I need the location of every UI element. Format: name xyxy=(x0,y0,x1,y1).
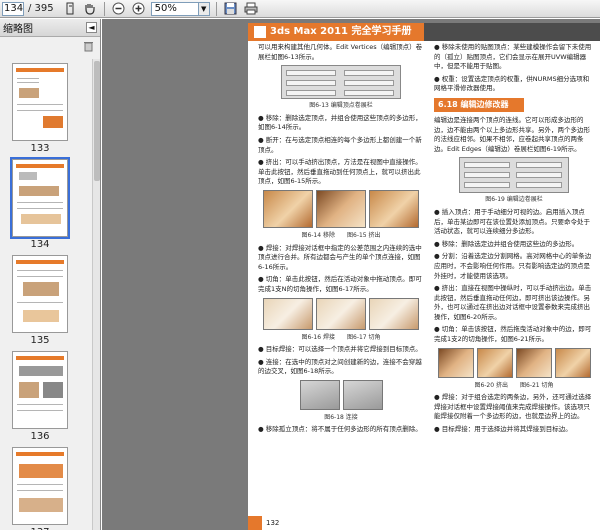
figure-row xyxy=(258,189,424,228)
thumbnail-page[interactable] xyxy=(12,255,68,333)
paragraph: ● 分割：沿着选定边分割网格。高对网格中心的单条边应用时，不会影响任何作用。只有… xyxy=(434,252,592,280)
thumbnail-label: 136 xyxy=(30,431,50,442)
zoom-out-icon[interactable] xyxy=(111,1,127,16)
print-icon[interactable] xyxy=(243,1,259,16)
figure-image xyxy=(437,347,474,378)
paragraph: ● 挤出：直接在视图中操纵时，可以手动挤出边。单击此按钮，然后垂直拖动任何边，即… xyxy=(434,284,592,321)
hand-tool-icon[interactable] xyxy=(82,1,98,16)
figure-row xyxy=(434,347,594,378)
paragraph: ● 焊接：对焊接对话框中指定的公差范围之内连续的选中顶点进行合并。所有边都会与产… xyxy=(258,243,422,271)
paragraph: ● 焊接：对于组合选定的两条边，另外，还可通过选择焊接对话框中设置焊接阈值来完成… xyxy=(434,393,592,421)
paragraph: 可以用来构建其他几何体。Edit Vertices（编辑顶点）卷展栏如图6-13… xyxy=(258,43,423,61)
figure-image xyxy=(299,379,340,410)
trash-icon[interactable] xyxy=(83,40,94,52)
section-heading: 6.18 编辑边修改器 xyxy=(434,97,524,112)
toolbar-separator xyxy=(103,1,105,16)
paragraph: ● 插入顶点：用于手动细分可视的边。启用插入顶点后，单击某边即可在该位置处添加顶… xyxy=(434,207,590,236)
page-number: 132 xyxy=(266,519,280,527)
figure-image xyxy=(515,347,552,378)
paragraph: ● 权重：设置选定顶点的权重，供NURMS细分选项和网格平滑修改器使用。 xyxy=(434,74,590,93)
figure-edit-edges-panel xyxy=(459,157,569,194)
thumbnail-page[interactable] xyxy=(12,63,68,141)
figure-image xyxy=(263,297,313,330)
figure-image xyxy=(263,189,313,228)
paragraph: ● 断开：在与选定顶点相连的每个多边形上都创建一个新顶点。 xyxy=(258,135,422,154)
thumbnail-label: 134 xyxy=(30,239,50,250)
thumbnail-sidebar: 缩略图 ◄ 133 134 135 136 xyxy=(0,19,101,530)
figure-caption: 图6-14 移除 图6-15 挤出 xyxy=(301,231,381,239)
select-text-icon[interactable] xyxy=(62,1,78,16)
page-header: 3ds Max 2011 完全学习手册 xyxy=(248,23,600,41)
figure-caption: 图6-13 编辑顶点卷展栏 xyxy=(309,102,373,110)
sidebar-header: 缩略图 ◄ xyxy=(0,19,100,37)
sidebar-title: 缩略图 xyxy=(3,24,33,35)
figure-edit-vertices-panel xyxy=(281,65,401,100)
sidebar-scrollbar[interactable] xyxy=(92,59,100,530)
page-number-input[interactable]: 134 xyxy=(2,1,24,16)
figure-image xyxy=(316,297,366,330)
zoom-in-icon[interactable] xyxy=(131,1,147,16)
paragraph: ● 移除：删除选定边并组合使用这些边的多边形。 xyxy=(434,239,579,248)
figure-image xyxy=(342,379,383,410)
figure-row xyxy=(258,297,424,330)
save-icon[interactable] xyxy=(223,1,239,16)
paragraph: ● 目标焊接：用于选择边并将其焊接到目标边。 xyxy=(434,425,572,434)
left-column: 可以用来构建其他几何体。Edit Vertices（编辑顶点）卷展栏如图6-13… xyxy=(258,43,424,438)
figure-caption: 图6-18 连接 xyxy=(324,413,358,421)
figure-caption: 图6-16 焊接 图6-17 切角 xyxy=(301,333,381,341)
scrollbar-thumb[interactable] xyxy=(94,61,100,181)
figure-image xyxy=(369,189,419,228)
toolbar-separator xyxy=(215,1,217,16)
thumbnail-label: 133 xyxy=(30,143,50,154)
right-column: ● 移除未使用的贴图顶点：某些建模操作会留下未使用的（孤立）贴图顶点，它们会显示… xyxy=(434,43,594,438)
figure-row xyxy=(258,379,424,410)
zoom-dropdown-icon[interactable]: ▼ xyxy=(198,1,210,16)
figure-image xyxy=(316,189,366,228)
paragraph: ● 移除：删除选定顶点，并组合使用这些顶点的多边形，如图6-14所示。 xyxy=(258,113,422,132)
figure-caption: 图6-19 编辑边卷展栏 xyxy=(485,196,543,204)
thumbnail-page[interactable] xyxy=(12,351,68,429)
page-total: / 395 xyxy=(28,3,54,14)
thumbnail-list: 133 134 135 136 xyxy=(0,59,93,530)
paragraph: ● 切角：单击此按钮，然后在活动对象中拖动顶点。即可完成1支N的切角操作，如图6… xyxy=(258,275,422,293)
document-viewer[interactable]: 3ds Max 2011 完全学习手册 可以用来构建其他几何体。Edit Ver… xyxy=(102,19,600,530)
paragraph: 编辑边是连接两个顶点的连线。它可以形成多边形的边，边不能由两个以上多边形共享。另… xyxy=(434,115,590,153)
header-title: 3ds Max 2011 完全学习手册 xyxy=(248,23,424,41)
paragraph: ● 移除孤立顶点：将不属于任何多边形的所有顶点删除。 xyxy=(258,425,422,434)
pdf-page: 3ds Max 2011 完全学习手册 可以用来构建其他几何体。Edit Ver… xyxy=(248,23,600,530)
paragraph: ● 切角：单击该按钮，然后拖曳活动对象中的边，即可完成1支2的切角操作，如图6-… xyxy=(434,325,592,344)
toolbar: 134 / 395 50% ▼ xyxy=(0,0,600,18)
thumbnail-page[interactable] xyxy=(12,447,68,525)
paragraph: ● 目标焊接：可以选择一个顶点并将它焊接到目标顶点。 xyxy=(258,345,422,354)
figure-caption: 图6-20 挤出 图6-21 切角 xyxy=(474,381,554,389)
thumbnail-page[interactable] xyxy=(10,157,70,239)
collapse-icon[interactable]: ◄ xyxy=(86,22,97,33)
header-logo-icon xyxy=(254,26,266,38)
paragraph: ● 连接：在选中的顶点对之间创建新的边，连接不会穿越的边交叉，如图6-18所示。 xyxy=(258,357,422,376)
paragraph: ● 移除未使用的贴图顶点：某些建模操作会留下未使用的（孤立）贴图顶点，它们会显示… xyxy=(434,43,592,71)
figure-image xyxy=(554,347,591,378)
figure-image xyxy=(476,347,513,378)
figure-image xyxy=(369,297,419,330)
zoom-level-field[interactable]: 50% xyxy=(150,1,199,16)
sidebar-tools xyxy=(0,37,100,55)
header-dark-band xyxy=(424,23,600,41)
paragraph: ● 挤出：可以手动挤出顶点，方法是在视图中直接操作。单击此按钮，然后垂直拖动到任… xyxy=(258,158,422,186)
thumbnail-label: 135 xyxy=(30,335,50,346)
footer-bar xyxy=(248,516,262,530)
